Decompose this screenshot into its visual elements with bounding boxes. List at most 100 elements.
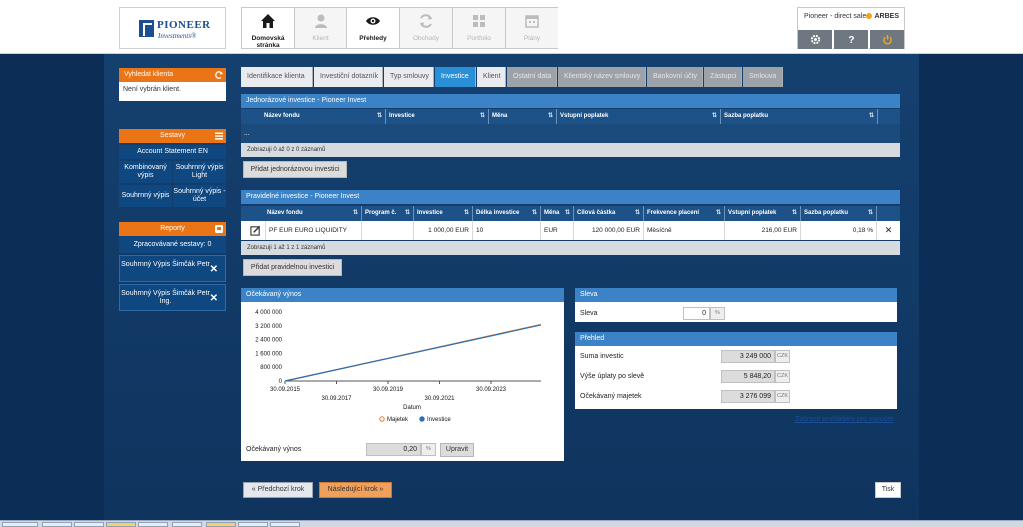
help-button[interactable]: ? bbox=[834, 30, 869, 49]
next-step-label: Následující krok bbox=[327, 486, 378, 493]
one-time-table-header: Název fondu ⇅ Investice ⇅ Měna ⇅ Vstupní po… bbox=[241, 109, 900, 124]
program-cell bbox=[362, 221, 414, 240]
nav-home[interactable]: Domovská stránka bbox=[242, 8, 295, 49]
print-button[interactable]: Tisk bbox=[875, 482, 901, 498]
refresh-icon bbox=[420, 14, 432, 28]
y-tick-label: 2 400 000 bbox=[255, 338, 282, 344]
column-header[interactable]: Cílová částka ⇅ bbox=[574, 206, 644, 221]
taskbar-item[interactable] bbox=[42, 522, 72, 527]
close-icon[interactable]: ✕ bbox=[210, 265, 218, 275]
menu-icon[interactable] bbox=[214, 131, 224, 141]
step-klient[interactable]: Klient bbox=[477, 67, 506, 87]
report-summary-light[interactable]: Souhrnný výpis Light bbox=[173, 161, 226, 183]
delete-icon[interactable]: ✕ bbox=[877, 221, 900, 240]
column-header[interactable]: Název fondu ⇅ bbox=[241, 109, 386, 124]
reporty-header[interactable]: Reporty bbox=[119, 222, 226, 236]
logo-line1: PIONEER bbox=[157, 19, 211, 31]
yield-chart: 0 800 000 1 600 000 2 400 000 3 200 000 4 000… bbox=[255, 310, 542, 423]
close-icon[interactable]: ✕ bbox=[210, 294, 218, 304]
report-box-icon[interactable] bbox=[214, 224, 224, 234]
expected-yield-label: Očekávaný výnos bbox=[246, 446, 302, 453]
taskbar-start[interactable] bbox=[2, 522, 38, 527]
expected-assets-unit: CZK bbox=[775, 390, 790, 403]
column-header[interactable]: Měna ⇅ bbox=[489, 109, 557, 124]
taskbar-item[interactable] bbox=[172, 522, 202, 527]
update-yield-button[interactable]: Upravit bbox=[440, 443, 474, 457]
column-header[interactable]: Název fondu ⇅ bbox=[241, 206, 362, 221]
nav-home-label: Domovská stránka bbox=[251, 35, 285, 49]
expected-yield-row: Očekávaný výnos 0,20 % Upravit bbox=[241, 438, 564, 461]
column-header[interactable]: Vstupní poplatek ⇅ bbox=[557, 109, 721, 124]
previous-step-button[interactable]: « Předchozí krok bbox=[243, 482, 313, 498]
report-combined[interactable]: Kombinovaný výpis bbox=[119, 161, 172, 183]
nav-klient[interactable]: Klient bbox=[295, 8, 347, 48]
y-tick-label: 0 bbox=[279, 379, 283, 385]
taskbar-item[interactable] bbox=[106, 522, 136, 527]
report-item[interactable]: Souhrnný Výpis Šimčák Petr Ing. ✕ bbox=[119, 284, 226, 311]
column-header[interactable]: Délka investice ⇅ bbox=[473, 206, 541, 221]
logo-line2: Investments® bbox=[158, 32, 197, 40]
discount-input[interactable]: 0 bbox=[683, 307, 710, 320]
nav-prehledy[interactable]: Přehledy bbox=[347, 8, 400, 48]
column-header[interactable]: Investice ⇅ bbox=[386, 109, 489, 124]
step-ostatni-data[interactable]: Ostatní data bbox=[507, 67, 557, 87]
taskbar-item[interactable] bbox=[238, 522, 268, 527]
calculation-statement-link[interactable]: Zobrazit prohlášení pro výpočet bbox=[795, 416, 893, 423]
background-right bbox=[919, 54, 1023, 520]
column-header[interactable]: Sazba poplatku ⇅ bbox=[801, 206, 877, 221]
step-identifikace-klienta[interactable]: Identifikace klienta bbox=[241, 67, 313, 87]
payment-after-discount-label: Výše úplaty po slevě bbox=[580, 373, 645, 380]
column-header[interactable]: Měna ⇅ bbox=[541, 206, 574, 221]
payment-after-discount-unit: CZK bbox=[775, 370, 790, 383]
help-icon: ? bbox=[848, 35, 854, 45]
step-smlouva[interactable]: Smlouva bbox=[743, 67, 783, 87]
processing-count: Zpracovávané sestavy: 0 bbox=[119, 236, 226, 253]
step-investice[interactable]: Investice bbox=[435, 67, 476, 87]
y-tick-label: 4 000 000 bbox=[255, 310, 282, 316]
reports-header[interactable]: Sestavy bbox=[119, 129, 226, 143]
main-navigation: Domovská stránka Klient Přehledy Obchody… bbox=[241, 7, 558, 49]
report-summary-account[interactable]: Souhrnný výpis - účet bbox=[173, 185, 226, 207]
table-row[interactable]: PF EUR EURO LIQUIDITY 1 000,00 EUR 10 EU… bbox=[241, 221, 900, 240]
sum-investments-unit: CZK bbox=[775, 350, 790, 363]
report-account-statement-en[interactable]: Account Statement EN bbox=[119, 145, 226, 159]
step-bankovni-ucty[interactable]: Bankovní účty bbox=[647, 67, 703, 87]
payment-after-discount-value: 5 848,20 bbox=[721, 370, 775, 383]
settings-button[interactable] bbox=[798, 30, 833, 49]
sort-icon: ⇅ bbox=[404, 210, 410, 216]
report-summary[interactable]: Souhrnný výpis bbox=[119, 185, 172, 207]
step-typ-smlouvy[interactable]: Typ smlouvy bbox=[384, 67, 434, 87]
step-investicni-dotaznik[interactable]: Investiční dotazník bbox=[314, 67, 383, 87]
nav-plany-label: Plány bbox=[523, 35, 541, 42]
taskbar-item[interactable] bbox=[206, 522, 236, 527]
logout-button[interactable] bbox=[870, 30, 904, 49]
report-item-label: Souhrnný Výpis Šimčák Petr Ing. bbox=[121, 290, 210, 305]
taskbar-item[interactable] bbox=[270, 522, 300, 527]
column-header[interactable]: Sazba poplatku ⇅ bbox=[721, 109, 878, 124]
column-header[interactable]: Frekvence placení ⇅ bbox=[644, 206, 725, 221]
add-one-time-button[interactable]: Přidat jednorázovou investici bbox=[243, 161, 347, 178]
edit-icon[interactable] bbox=[241, 221, 266, 240]
column-header[interactable]: Investice ⇅ bbox=[414, 206, 473, 221]
nav-plany[interactable]: Plány bbox=[506, 8, 558, 48]
step-zastupci[interactable]: Zástupci bbox=[704, 67, 742, 87]
search-client-header[interactable]: Vyhledat klienta bbox=[119, 68, 226, 82]
next-step-button[interactable]: Následující krok » bbox=[319, 482, 392, 498]
add-regular-button[interactable]: Přidat pravidelnou investici bbox=[243, 259, 342, 276]
report-item[interactable]: Souhrnný Výpis Šimčák Petr ✕ bbox=[119, 255, 226, 282]
column-header[interactable]: Program č. ⇅ bbox=[362, 206, 414, 221]
step-klientsky-nazev[interactable]: Klientský název smlouvy bbox=[558, 67, 646, 87]
pioneer-logo[interactable]: PIONEER Investments® bbox=[119, 7, 226, 49]
reporty-panel: Reporty Zpracovávané sestavy: 0 Souhrnný… bbox=[119, 222, 226, 312]
nav-obchody[interactable]: Obchody bbox=[400, 8, 453, 48]
taskbar-item[interactable] bbox=[74, 522, 104, 527]
discount-label: Sleva bbox=[580, 310, 598, 317]
expected-yield-input[interactable]: 0,20 bbox=[366, 443, 421, 456]
user-box: Pioneer - direct sale ARBES ? bbox=[797, 7, 905, 49]
overview-title: Přehled bbox=[575, 332, 897, 346]
reports-panel: Sestavy Account Statement EN Kombinovaný… bbox=[119, 129, 226, 209]
nav-portfolio[interactable]: Portfolio bbox=[453, 8, 506, 48]
column-header[interactable]: Vstupní poplatek ⇅ bbox=[725, 206, 801, 221]
search-refresh-icon[interactable] bbox=[214, 70, 224, 80]
taskbar-item[interactable] bbox=[138, 522, 168, 527]
